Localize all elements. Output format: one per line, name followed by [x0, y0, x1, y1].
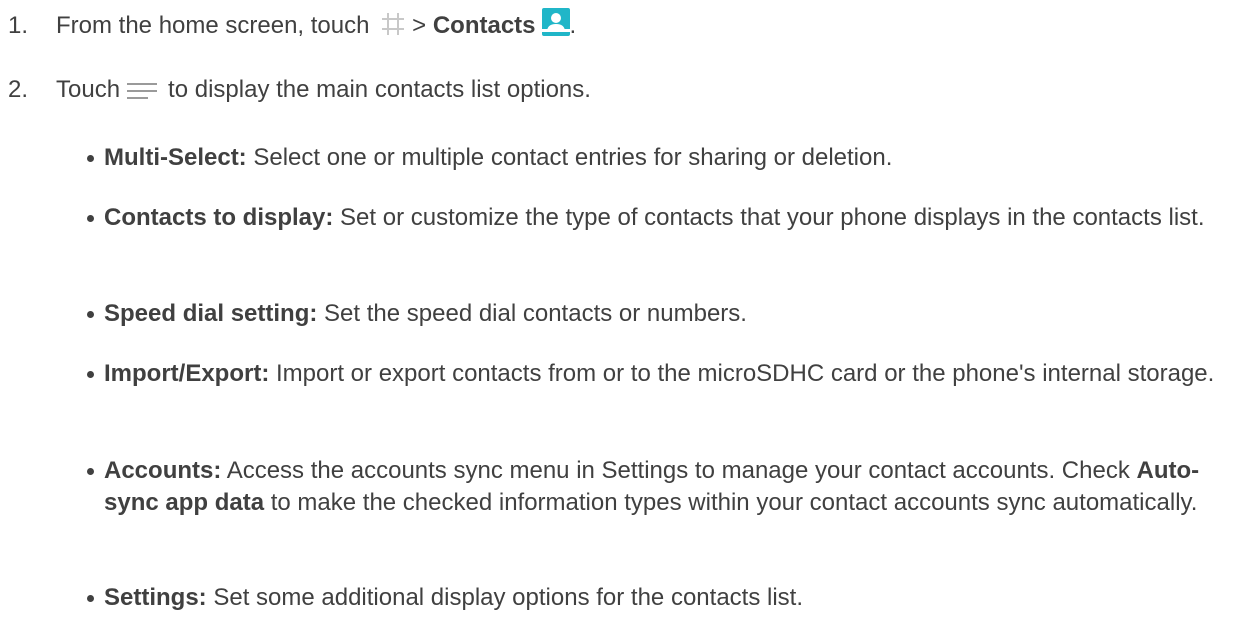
- option-desc: Select one or multiple contact entries f…: [253, 144, 893, 171]
- step-1: 1. From the home screen, touch > Contacts…: [8, 7, 577, 41]
- apps-grid-icon: [380, 11, 406, 37]
- contacts-label: Contacts: [432, 12, 536, 39]
- separator: >: [412, 12, 427, 39]
- option-desc-cont: to make the checked information types wi…: [270, 489, 1198, 516]
- contacts-icon: [541, 7, 570, 36]
- step-text: From the home screen, touch: [56, 12, 370, 39]
- option-desc: Access the accounts sync menu in Setting…: [226, 457, 1130, 484]
- option-term: Speed dial setting:: [104, 300, 318, 327]
- option-term: Accounts:: [104, 457, 222, 484]
- menu-icon: [126, 79, 158, 99]
- option-term: Multi-Select:: [104, 144, 247, 171]
- option-term: Contacts to display:: [104, 204, 334, 231]
- option-desc: Set the speed dial contacts or numbers.: [324, 300, 747, 327]
- bullet-dot: [87, 155, 94, 162]
- option-term: Settings:: [104, 584, 207, 611]
- bullet-dot: [87, 371, 94, 378]
- option-term: Import/Export:: [104, 360, 270, 387]
- step-end: .: [569, 12, 577, 39]
- option-contacts-to-display: Contacts to display: Set or customize th…: [87, 202, 1224, 234]
- bullet-dot: [87, 468, 94, 475]
- bullet-dot: [87, 215, 94, 222]
- step-number: 2.: [8, 76, 29, 103]
- option-desc: Set or customize the type of contacts th…: [340, 204, 1205, 231]
- step-2: 2. Touch to display the main contacts lis…: [8, 75, 591, 105]
- step-text: Touch: [56, 76, 121, 103]
- bullet-dot: [87, 595, 94, 602]
- option-import-export: Import/Export: Import or export contacts…: [87, 358, 1224, 390]
- option-accounts: Accounts: Access the accounts sync menu …: [87, 455, 1224, 519]
- bullet-dot: [87, 311, 94, 318]
- step-number: 1.: [8, 12, 29, 39]
- step-text-end: to display the main contacts list option…: [168, 76, 591, 103]
- option-desc: Import or export contacts from or to the…: [276, 360, 1215, 387]
- option-settings: Settings: Set some additional display op…: [87, 582, 1224, 614]
- option-multi-select: Multi-Select: Select one or multiple con…: [87, 142, 1224, 174]
- option-speed-dial: Speed dial setting: Set the speed dial c…: [87, 298, 1224, 330]
- option-desc: Set some additional display options for …: [213, 584, 803, 611]
